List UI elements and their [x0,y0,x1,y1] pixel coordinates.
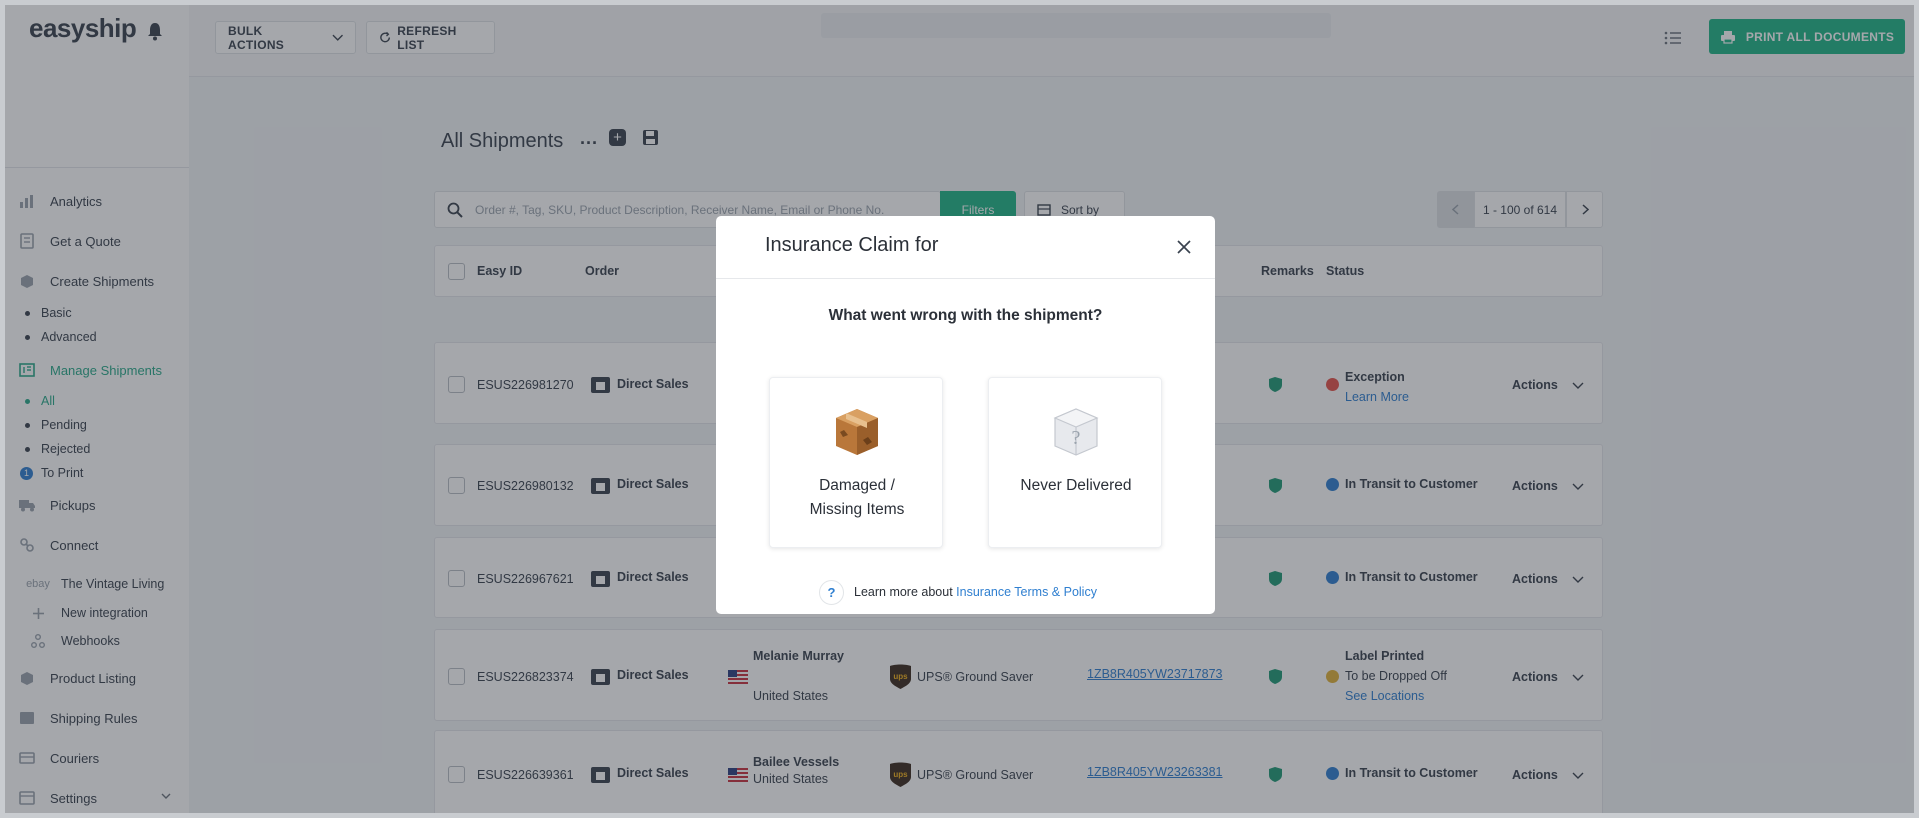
damaged-box-icon [836,409,878,455]
insurance-claim-modal: Insurance Claim for What went wrong with… [716,216,1215,614]
option-never-delivered[interactable]: ? Never Delivered [988,377,1162,548]
help-text: Learn more about Insurance Terms & Polic… [854,585,1097,599]
app-frame: easyship Analytics Get a Quote Create Sh… [5,5,1914,813]
option-label: Damaged / Missing Items [809,477,905,518]
close-icon[interactable] [1176,239,1192,255]
modal-divider [716,278,1215,279]
help-prefix: Learn more about [854,585,957,599]
missing-box-icon: ? [1053,408,1099,456]
modal-title: Insurance Claim for [765,234,939,256]
modal-question: What went wrong with the shipment? [828,307,1103,324]
option-damaged-missing[interactable]: Damaged / Missing Items [769,377,943,548]
help-question-icon: ? [819,580,844,605]
svg-text:?: ? [1072,427,1081,449]
insurance-terms-link[interactable]: Insurance Terms & Policy [956,585,1097,599]
option-label: Never Delivered [1020,477,1132,494]
